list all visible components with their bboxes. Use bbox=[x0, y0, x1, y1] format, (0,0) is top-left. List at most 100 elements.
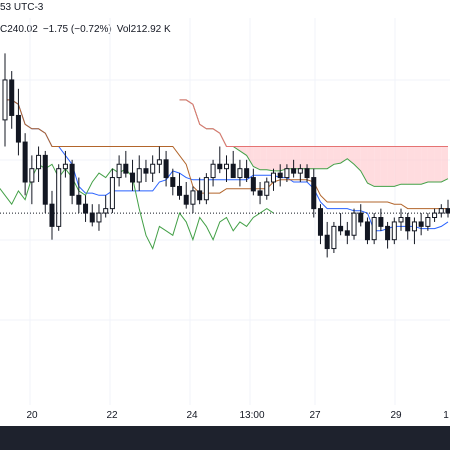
cloud-segment bbox=[239, 146, 247, 156]
candle-down bbox=[385, 225, 391, 241]
candle-down bbox=[42, 154, 48, 205]
candle-down bbox=[130, 172, 136, 183]
candle-up bbox=[351, 212, 357, 236]
cloud-segment bbox=[260, 146, 267, 170]
cloud-segment bbox=[427, 146, 435, 182]
candle-down bbox=[89, 212, 95, 223]
candle-up bbox=[136, 168, 142, 183]
candle-down bbox=[250, 177, 256, 192]
candle-up bbox=[223, 163, 230, 170]
x-axis-ticks: 20 22 24 13:00 27 29 1 bbox=[26, 410, 449, 421]
candle-down bbox=[9, 79, 15, 116]
candle-down bbox=[311, 177, 317, 210]
candle-down bbox=[230, 163, 236, 179]
candle-up bbox=[391, 221, 397, 241]
candle-up bbox=[190, 190, 196, 205]
candle-up bbox=[371, 217, 377, 241]
candle-up bbox=[36, 154, 42, 170]
candle-down bbox=[197, 190, 203, 201]
cloud-segment bbox=[407, 146, 415, 185]
candle-down bbox=[49, 203, 55, 227]
candle-down bbox=[378, 217, 384, 227]
x-tick-label: 13:00 bbox=[239, 410, 264, 421]
x-tick-label: 27 bbox=[309, 410, 321, 421]
candle-down bbox=[257, 190, 263, 196]
cloud-segment bbox=[414, 146, 422, 185]
candle-up bbox=[210, 163, 216, 179]
cloud-segment bbox=[374, 146, 381, 187]
candle-down bbox=[324, 234, 330, 250]
candle-up bbox=[109, 177, 115, 210]
cloud-segment bbox=[273, 146, 281, 171]
cloud-segment bbox=[441, 146, 448, 182]
candle-up bbox=[150, 163, 156, 174]
candle-down bbox=[291, 168, 297, 174]
cloud-segment bbox=[307, 146, 314, 169]
candle-down bbox=[123, 163, 129, 174]
candle-down bbox=[143, 168, 149, 174]
cloud-segment bbox=[421, 146, 428, 185]
candle-down bbox=[418, 221, 424, 227]
x-tick-label: 29 bbox=[390, 410, 402, 421]
cloud-segment bbox=[333, 146, 341, 165]
candle-down bbox=[22, 141, 28, 183]
candle-up bbox=[264, 181, 270, 196]
candle-down bbox=[69, 163, 75, 196]
candlestick-chart[interactable]: 20 22 24 13:00 27 29 1 bbox=[0, 0, 450, 426]
candle-down bbox=[15, 114, 21, 143]
candle-up bbox=[29, 168, 35, 183]
candle-down bbox=[83, 203, 89, 214]
candle-down bbox=[358, 212, 364, 223]
candle-up bbox=[331, 225, 337, 250]
cloud-segment bbox=[253, 146, 261, 170]
candle-down bbox=[76, 194, 82, 205]
x-tick-label: 24 bbox=[186, 410, 198, 421]
candle-up bbox=[438, 208, 444, 214]
candle-up bbox=[203, 177, 209, 201]
candle-up bbox=[56, 168, 62, 227]
cloud-segment bbox=[286, 146, 294, 169]
cloud-segment bbox=[280, 146, 287, 171]
cloud-segment bbox=[320, 146, 328, 169]
span-b-line bbox=[179, 99, 448, 147]
candle-down bbox=[304, 168, 310, 179]
cloud-segment bbox=[387, 146, 395, 187]
candle-down bbox=[445, 208, 450, 214]
cloud-segment bbox=[367, 146, 375, 187]
cloud-segment bbox=[300, 146, 308, 169]
candle-up bbox=[425, 217, 431, 227]
candle-down bbox=[163, 159, 169, 179]
candle-down bbox=[170, 177, 176, 187]
candle-up bbox=[398, 217, 404, 223]
x-tick-label: 20 bbox=[26, 410, 38, 421]
candle-up bbox=[432, 212, 438, 218]
x-tick-label: 22 bbox=[106, 410, 118, 421]
grid-lines bbox=[0, 18, 450, 405]
cloud-segment bbox=[394, 146, 402, 187]
cloud-segment bbox=[434, 146, 442, 182]
candle-up bbox=[62, 163, 68, 170]
candle-down bbox=[244, 168, 250, 179]
candle-up bbox=[96, 212, 102, 223]
candle-up bbox=[297, 168, 303, 174]
candle-down bbox=[338, 225, 344, 232]
candle-up bbox=[156, 159, 162, 165]
cloud-segment bbox=[293, 146, 301, 169]
candle-down bbox=[364, 221, 370, 241]
cloud-segment bbox=[380, 146, 388, 187]
cloud-segment bbox=[401, 146, 408, 185]
cloud-segment bbox=[266, 146, 274, 171]
candle-down bbox=[217, 163, 223, 170]
cloud-segment bbox=[313, 146, 321, 169]
candle-up bbox=[270, 172, 276, 183]
candle-down bbox=[183, 194, 189, 205]
candle-up bbox=[116, 163, 122, 179]
candle-up bbox=[284, 168, 290, 179]
candle-down bbox=[344, 230, 350, 236]
candle-up bbox=[2, 79, 8, 121]
candle-down bbox=[177, 185, 183, 196]
candle-up bbox=[411, 221, 417, 232]
candle-up bbox=[103, 208, 109, 214]
candle-up bbox=[237, 168, 243, 179]
candle-down bbox=[277, 172, 283, 179]
